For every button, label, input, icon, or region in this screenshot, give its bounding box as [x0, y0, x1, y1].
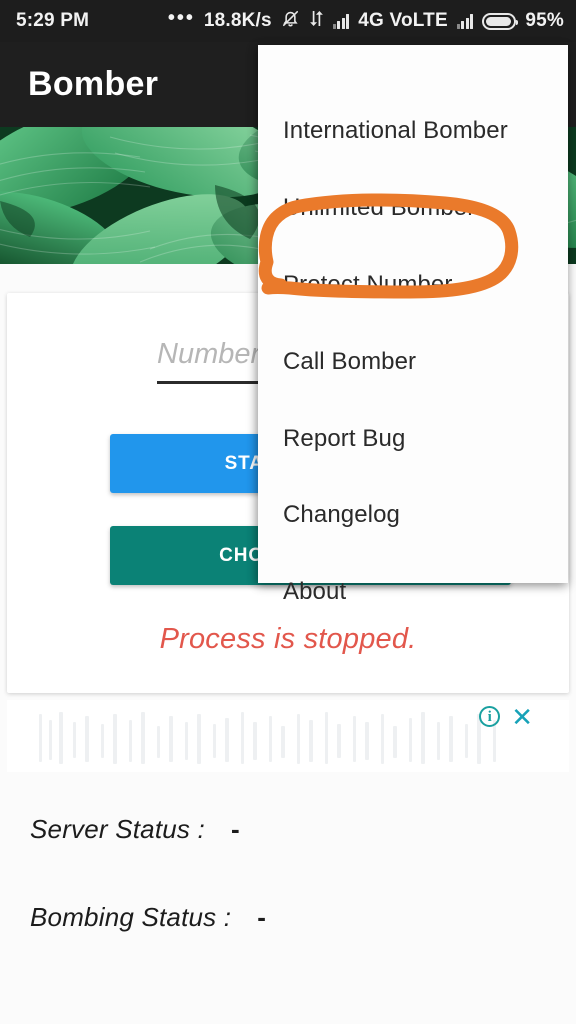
- server-status-row: Server Status : -: [30, 814, 240, 845]
- close-icon[interactable]: ✕: [511, 704, 533, 730]
- server-status-label: Server Status :: [30, 814, 205, 844]
- bombing-status-value: -: [257, 902, 267, 932]
- signal-bars-icon: [332, 13, 350, 29]
- status-bar: 5:29 PM ••• 18.8K/s 4G VoLTE 95%: [0, 0, 576, 42]
- menu-item-report-bug[interactable]: Report Bug: [283, 425, 405, 453]
- notification-dots-icon: •••: [167, 7, 195, 29]
- status-bar-icons: ••• 18.8K/s 4G VoLTE 95%: [167, 7, 564, 34]
- ad-banner[interactable]: i ✕: [7, 700, 569, 772]
- battery-icon: [482, 12, 519, 30]
- phone-screen: 5:29 PM ••• 18.8K/s 4G VoLTE 95% Bomber …: [0, 0, 576, 1024]
- data-transfer-arrows-icon: [309, 10, 324, 33]
- bell-muted-icon: [281, 9, 300, 34]
- menu-item-changelog[interactable]: Changelog: [283, 501, 400, 529]
- menu-item-unlimited-bomber[interactable]: Unlimited Bomber: [283, 194, 475, 222]
- server-status-value: -: [230, 814, 240, 844]
- battery-percent-label: 95%: [525, 10, 564, 31]
- signal-bars-icon-2: [456, 13, 474, 29]
- menu-item-about[interactable]: About: [283, 578, 346, 606]
- network-type-label: 4G VoLTE: [358, 10, 448, 31]
- bombing-status-row: Bombing Status : -: [30, 902, 266, 933]
- menu-item-international-bomber[interactable]: International Bomber: [283, 117, 508, 145]
- bombing-status-label: Bombing Status :: [30, 902, 232, 932]
- ad-controls: i ✕: [479, 704, 533, 730]
- process-status-text: Process is stopped.: [159, 623, 417, 655]
- menu-item-protect-number[interactable]: Protect Number: [283, 271, 452, 299]
- overflow-menu: International Bomber Unlimited Bomber Pr…: [258, 45, 568, 605]
- app-title: Bomber: [28, 65, 159, 103]
- network-speed-label: 18.8K/s: [203, 10, 272, 31]
- ad-choices-info-icon[interactable]: i: [479, 706, 501, 727]
- menu-item-call-bomber[interactable]: Call Bomber: [283, 348, 416, 376]
- ad-content-placeholder: [35, 710, 505, 766]
- status-bar-clock: 5:29 PM: [16, 10, 90, 31]
